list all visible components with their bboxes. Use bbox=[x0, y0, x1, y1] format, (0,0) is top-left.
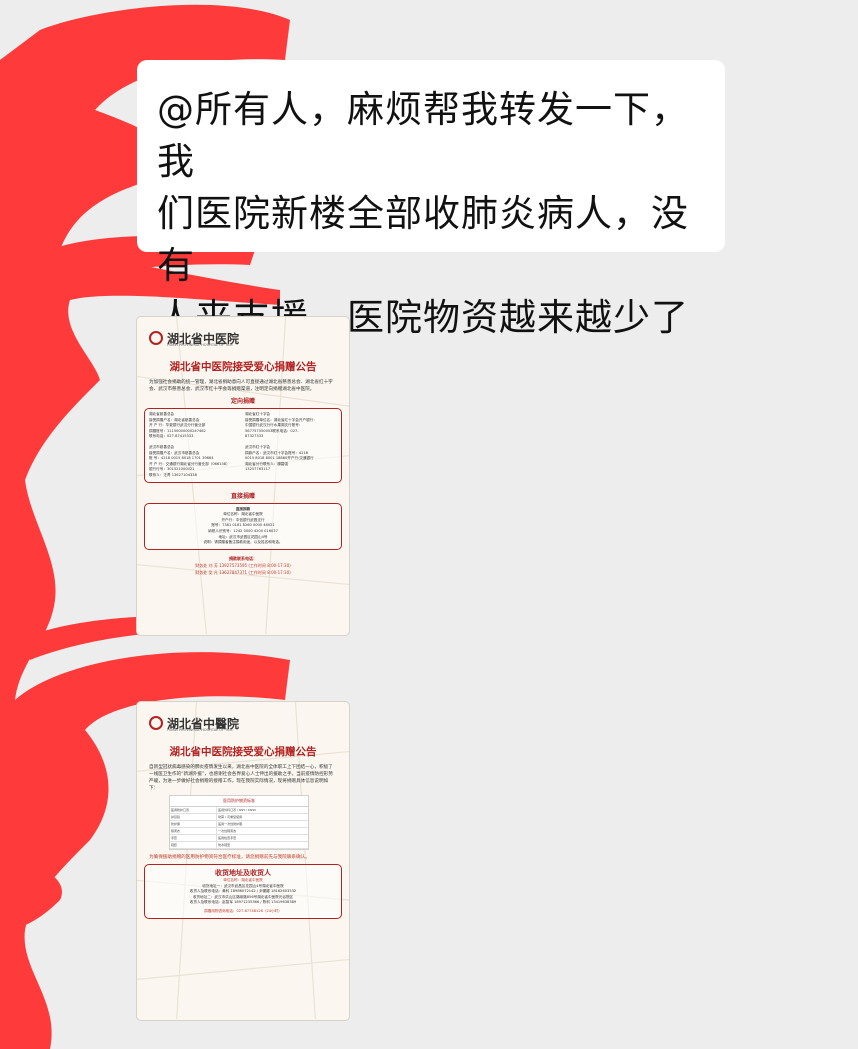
org-block-4: 武汉市红十字会 捐款户名：武汉市红十字会账号：4218 0015 8018 80… bbox=[245, 445, 337, 479]
table-cell: 护目镜 bbox=[170, 814, 218, 820]
logo-subtitle: HUBEI PROVINCIAL HOSPITAL OF TCM bbox=[167, 728, 233, 732]
table-row: 防护服 医用一次性防护服 bbox=[170, 821, 308, 828]
directed-donation-heading: 定向捐赠 bbox=[230, 398, 255, 405]
message-line-1: @所有人，麻烦帮我转发一下，我 bbox=[157, 88, 689, 183]
donation-notice-image-1[interactable]: 湖北省中医院 HUBEI PROVINCIAL HOSPITAL OF TCM … bbox=[136, 316, 350, 636]
org-line: 联系电话：027-87415333 bbox=[149, 434, 194, 439]
org-line: 13257763117 bbox=[245, 467, 271, 472]
protective-supplies-table: 医用防护物资标准 医用防护口罩 医用外科口罩 / N95 / KN95 护目镜 防雾… bbox=[169, 795, 309, 850]
org-block-2: 湖北省红十字会 接受捐赠单位名：湖北省红十字会开户银行： 中国银行武汉分行水果湖… bbox=[245, 412, 337, 440]
table-row: 医用防护口罩 医用外科口罩 / N95 / KN95 bbox=[170, 807, 308, 814]
logo-subtitle: HUBEI PROVINCIAL HOSPITAL OF TCM bbox=[167, 343, 233, 347]
receiving-heading: 收货地址及收货人 bbox=[215, 869, 271, 877]
chat-message-bubble[interactable]: @所有人，麻烦帮我转发一下，我 们医院新楼全部收肺炎病人，没有 人来支援，医院物… bbox=[137, 60, 725, 339]
org-line: 87327333 bbox=[245, 434, 264, 439]
table-row: 护目镜 防雾 / 可重复使用 bbox=[170, 814, 308, 821]
contact-title: 捐款联系电话： bbox=[229, 555, 257, 561]
notice-intro: 为加强社会捐助的统一管理，湖北省捐助意向人可直接通过湖北省慈善总会、湖北省红十字… bbox=[149, 380, 333, 392]
table-cell: 医用一次性防护服 bbox=[218, 822, 243, 826]
table-cell: 防护服 bbox=[170, 821, 218, 827]
table-title: 医用防护物资标准 bbox=[170, 796, 308, 807]
table-row: 鞋套 防水鞋套 bbox=[170, 842, 308, 849]
notice-title: 湖北省中医院接受爱心捐赠公告 bbox=[169, 361, 317, 373]
org-line: 联系人：汪青 13627104338 bbox=[149, 472, 197, 477]
contact-line: 财务处 吴 凡 13627847371 (工作时间 8:00-17:30) bbox=[195, 569, 291, 575]
notice-title: 湖北省中医院接受爱心捐赠公告 bbox=[169, 746, 317, 758]
contact-block: 捐款联系电话： 财务处 刘 芳 13927573595 (工作时间 8:00-1… bbox=[137, 555, 349, 576]
table-row: 隔离衣 一次性隔离衣 bbox=[170, 828, 308, 835]
table-cell: 隔离衣 bbox=[170, 828, 218, 834]
notice-intro: 自新型冠状病毒感染的肺炎疫情发生以来，湖北省中医院的全体职工上下团结一心，积极了… bbox=[149, 765, 333, 791]
direct-donation-heading: 直接捐赠 bbox=[230, 492, 255, 500]
directed-donation-box: 湖北省慈善总会 接受捐赠户名：湖北省慈善总会 开 户 行：华夏银行武汉分行营业部… bbox=[144, 408, 342, 483]
direct-donation-box: 直接捐款 单位名称：湖北省中医院 开户行：中信银行武昌支行 账号：7381 01… bbox=[144, 502, 342, 550]
contact-line: 财务处 刘 芳 13927573595 (工作时间 8:00-17:30) bbox=[195, 562, 291, 568]
table-cell: 防雾 / 可重复使用 bbox=[218, 815, 243, 819]
table-cell: 医用外科口罩 / N95 / KN95 bbox=[218, 808, 257, 812]
org-block-3: 武汉市慈善总会 接受捐赠户名：武汉市慈善总会 账 号：4218 0015 801… bbox=[149, 445, 241, 479]
notice-remark-text: 为确保援助捐赠的医用防护物资符合医疗标准，请您捐赠前先与我院联系确认。 bbox=[149, 855, 310, 860]
table-cell: 手套 bbox=[170, 835, 218, 841]
org-block-1: 湖北省慈善总会 接受捐赠户名：湖北省慈善总会 开 户 行：华夏银行武汉分行营业部… bbox=[149, 412, 241, 440]
table-cell: 医用防护口罩 bbox=[170, 807, 218, 813]
table-cell: 鞋套 bbox=[170, 842, 218, 848]
table-cell: 一次性隔离衣 bbox=[218, 829, 237, 833]
message-line-2: 们医院新楼全部收肺炎病人，没有 bbox=[157, 192, 689, 287]
table-cell: 防水鞋套 bbox=[218, 843, 231, 847]
notice-remark: 为确保援助捐赠的医用防护物资符合医疗标准，请您捐赠前先与我院联系确认。 bbox=[137, 850, 349, 861]
donation-notice-image-2[interactable]: 湖北省中醫院 HUBEI PROVINCIAL HOSPITAL OF TCM … bbox=[136, 701, 350, 1021]
direct-line: 说明：请捐赠者备注捐款用途，以及姓名和电话。 bbox=[203, 540, 283, 545]
seal-icon bbox=[149, 331, 163, 345]
recv-line: 收货人及联系电话：赵智军 18971235366 / 陈科 1341963838… bbox=[189, 900, 297, 905]
receiving-address-box: 收货地址及收货人 单位名称：湖北省中医院 收货地址一：武汉市武昌区花园山4号湖北… bbox=[144, 864, 342, 919]
hotline: 捐赠用物咨询电话：027-87748126（24小时） bbox=[204, 908, 282, 913]
seal-icon bbox=[149, 716, 163, 730]
table-cell: 医用检查手套 bbox=[218, 836, 237, 840]
table-row: 手套 医用检查手套 bbox=[170, 835, 308, 842]
